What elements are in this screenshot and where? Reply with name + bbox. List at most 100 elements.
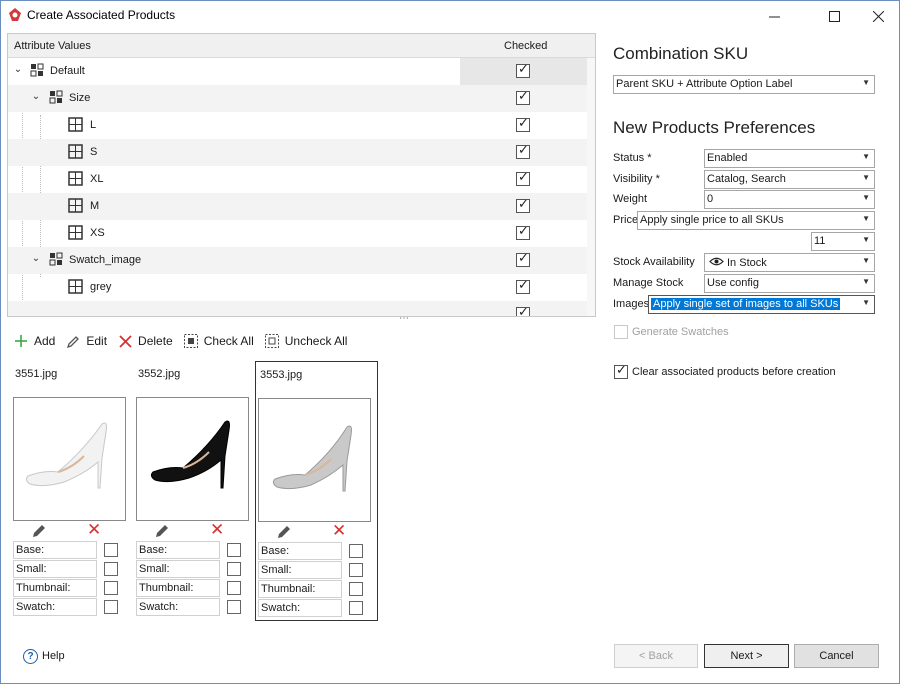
pencil-icon[interactable] [276,524,292,540]
small-checkbox[interactable] [104,562,118,576]
chevron-down-icon: ▼ [862,277,870,286]
row-checked-checkbox[interactable] [516,170,530,186]
flag-label-swatch: Swatch: [13,598,97,616]
flag-label-swatch: Swatch: [258,599,342,617]
tree-row-partial[interactable] [8,301,587,316]
app-logo-icon [9,8,21,21]
delete-x-icon[interactable]: ✕ [332,521,346,541]
row-checked-checkbox[interactable] [516,143,530,159]
clear-associated-checkbox[interactable] [614,363,628,379]
weight-select[interactable]: 0 ▼ [704,190,875,209]
base-checkbox[interactable] [227,543,241,557]
image-card[interactable]: 3551.jpg ✕ Base: Small: Thumbnail: Swatc… [11,361,133,621]
column-header-checked[interactable]: Checked [504,40,547,52]
flag-label-swatch: Swatch: [136,598,220,616]
tree-row-l[interactable]: L [8,112,587,139]
add-button[interactable]: Add [13,333,55,349]
images-label: Images [613,298,650,310]
pencil-icon[interactable] [31,523,47,539]
base-checkbox[interactable] [104,543,118,557]
pencil-icon[interactable] [154,523,170,539]
row-checked-checkbox[interactable] [516,116,530,132]
small-checkbox[interactable] [349,563,363,577]
price-select[interactable]: Apply single price to all SKUs ▼ [637,211,875,230]
attribute-option-icon [68,225,83,240]
tree-row-size[interactable]: ⌄ Size [8,85,587,112]
delete-x-icon[interactable]: ✕ [87,520,101,540]
tree-row-xl[interactable]: XL [8,166,587,193]
price-label: Price [613,214,639,226]
edit-label: Edit [86,334,108,348]
cancel-label: Cancel [819,650,854,662]
product-image-thumbnail[interactable] [136,397,249,521]
attribute-group-icon [49,90,63,104]
shoe-image [25,422,107,489]
manage-stock-select[interactable]: Use config ▼ [704,274,875,293]
row-checked-checkbox[interactable] [516,251,530,267]
help-icon: ? [23,648,38,664]
close-button[interactable] [855,1,900,31]
visibility-select[interactable]: Catalog, Search ▼ [704,170,875,189]
product-image-thumbnail[interactable] [258,398,371,522]
status-select[interactable]: Enabled ▼ [704,149,875,168]
maximize-button[interactable] [811,1,857,31]
small-checkbox[interactable] [227,562,241,576]
tree-row-m[interactable]: M [8,193,587,220]
collapse-icon[interactable]: ⌄ [30,91,42,103]
attribute-option-icon [68,198,83,213]
chevron-down-icon: ▼ [862,78,870,87]
tree-row-label: Swatch_image [69,254,142,266]
uncheck-all-button[interactable]: Uncheck All [264,333,347,349]
tree-row-grey[interactable]: grey [8,274,587,301]
delete-button[interactable]: Delete [117,333,173,349]
edit-button[interactable]: Edit [65,333,107,349]
row-checked-checkbox[interactable] [516,224,530,240]
flag-label-base: Base: [258,542,342,560]
minimize-button[interactable] [751,1,797,31]
tree-row-default[interactable]: ⌄ Default [8,58,587,85]
collapse-icon[interactable]: ⌄ [30,253,42,265]
image-card-selected[interactable]: 3553.jpg ✕ Base: Small: Thumbnail: Swatc… [255,361,378,621]
collapse-icon[interactable]: ⌄ [12,64,24,76]
thumbnail-checkbox[interactable] [104,581,118,595]
images-select[interactable]: Apply single set of images to all SKUs ▼ [648,295,875,314]
attribute-group-icon [49,252,63,266]
stock-availability-label: Stock Availability [613,256,695,268]
attribute-values-grid[interactable]: Attribute Values Checked ⌄ Default ⌄ Siz… [7,33,596,317]
grid-vertical-scrollbar[interactable] [587,58,595,316]
next-button[interactable]: Next > [704,644,789,668]
generate-swatches-checkbox[interactable] [614,325,628,339]
eye-icon [709,257,724,266]
tree-row-s[interactable]: S [8,139,587,166]
chevron-down-icon: ▼ [862,214,870,223]
swatch-checkbox[interactable] [349,601,363,615]
row-checked-checkbox[interactable] [516,278,530,294]
price-extra-select[interactable]: 11 ▼ [811,232,875,251]
thumbnail-checkbox[interactable] [227,581,241,595]
stock-availability-select[interactable]: In Stock ▼ [704,253,875,272]
tree-row-label: S [90,146,98,158]
image-card[interactable]: 3552.jpg ✕ Base: Small: Thumbnail: Swatc… [134,361,256,621]
base-checkbox[interactable] [349,544,363,558]
thumbnail-checkbox[interactable] [349,582,363,596]
combination-sku-select[interactable]: Parent SKU + Attribute Option Label ▼ [613,75,875,94]
splitter-grip-icon[interactable]: ⋯ [399,313,410,324]
column-header-attribute-values[interactable]: Attribute Values [14,40,91,52]
tree-row-xs[interactable]: XS [8,220,587,247]
delete-x-icon[interactable]: ✕ [210,520,224,540]
images-toolbar: Add Edit Delete Check All Uncheck All [13,331,357,351]
image-actions: ✕ [134,520,252,540]
back-button[interactable]: < Back [614,644,698,668]
product-image-thumbnail[interactable] [13,397,126,521]
row-checked-checkbox[interactable] [516,197,530,213]
tree-row-swatch-image[interactable]: ⌄ Swatch_image [8,247,587,274]
images-value: Apply single set of images to all SKUs [651,298,841,310]
row-checked-checkbox[interactable] [516,62,530,78]
swatch-checkbox[interactable] [227,600,241,614]
cancel-button[interactable]: Cancel [794,644,879,668]
help-button[interactable]: ? Help [17,644,93,668]
row-checked-checkbox[interactable] [516,305,530,316]
swatch-checkbox[interactable] [104,600,118,614]
check-all-button[interactable]: Check All [183,333,254,349]
row-checked-checkbox[interactable] [516,89,530,105]
